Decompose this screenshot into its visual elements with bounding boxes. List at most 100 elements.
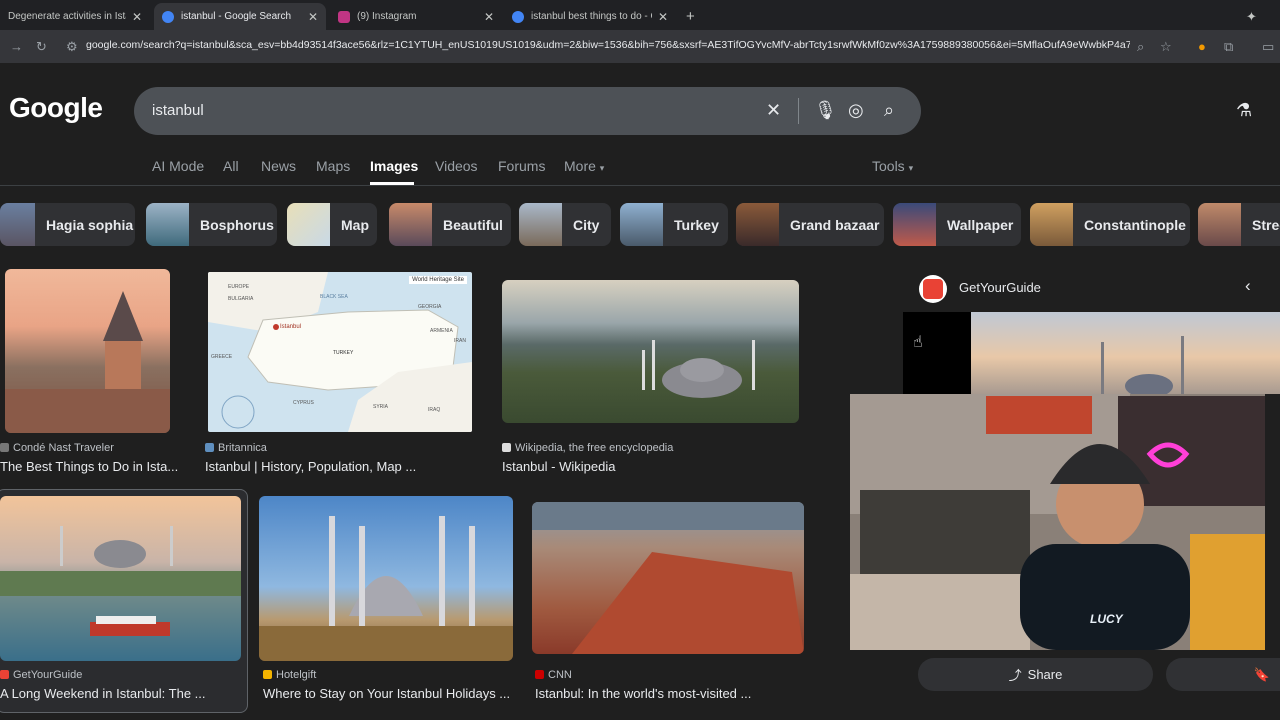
tab-title: istanbul - Google Search — [181, 11, 292, 22]
mosque-aerial-illustration — [642, 340, 755, 398]
result-title[interactable]: Istanbul: In the world's most-visited ..… — [535, 686, 751, 701]
map-label-iraq: IRAQ — [428, 407, 441, 413]
preview-image[interactable] — [971, 312, 1280, 398]
search-icon[interactable]: ⌕ — [884, 100, 894, 121]
lens-icon[interactable]: ◎ — [848, 100, 864, 121]
chevron-left-icon[interactable]: ‹ — [1245, 276, 1251, 296]
browser-tab[interactable]: istanbul best things to do - Goo ✕ — [504, 3, 676, 30]
source-favicon — [535, 670, 544, 679]
result-title[interactable]: A Long Weekend in Istanbul: The ... — [0, 686, 206, 701]
map-label-cyprus: CYPRUS — [293, 400, 314, 406]
tab-videos[interactable]: Videos — [435, 158, 478, 174]
preview-thumbnail-dark[interactable] — [903, 312, 971, 394]
bookmark-star-icon[interactable]: ☆ — [1160, 39, 1172, 55]
close-tab-icon[interactable]: ✕ — [658, 10, 668, 24]
map-label-europe: EUROPE — [228, 284, 250, 290]
chevron-down-icon: ▾ — [599, 163, 605, 173]
search-input[interactable]: istanbul — [152, 102, 204, 119]
preview-source[interactable]: GetYourGuide — [959, 280, 1041, 295]
chip-constantinople[interactable]: Constantinople — [1030, 203, 1190, 246]
close-tab-icon[interactable]: ✕ — [484, 10, 494, 24]
preview-mosque-illustration — [1101, 336, 1184, 398]
webcam-overlay: LUCY — [850, 394, 1265, 650]
forward-icon[interactable]: → — [10, 39, 23, 54]
bazaar-aerial-illustration — [532, 502, 804, 654]
tab-news[interactable]: News — [261, 158, 296, 174]
getyourguide-logo — [919, 275, 947, 303]
result-image-grand-bazaar-aerial[interactable] — [532, 502, 804, 654]
source-favicon — [205, 443, 214, 452]
chip-turkey[interactable]: Turkey — [620, 203, 728, 246]
result-image-blue-mosque-aerial[interactable] — [502, 280, 799, 423]
save-button[interactable]: 🔖 — [1166, 658, 1280, 691]
result-image-turkey-map[interactable]: World Heritage Site Istanbul TURKEY EURO… — [208, 272, 472, 432]
source-name: Condé Nast Traveler — [13, 442, 114, 454]
tab-ai-mode[interactable]: AI Mode — [152, 158, 204, 174]
chip-thumbnail — [0, 203, 35, 246]
tab-maps[interactable]: Maps — [316, 158, 350, 174]
chip-streets[interactable]: Stree — [1198, 203, 1280, 246]
tools-button[interactable]: Tools ▾ — [872, 158, 913, 174]
result-source: GetYourGuide — [0, 669, 82, 681]
chip-wallpaper[interactable]: Wallpaper — [893, 203, 1021, 246]
close-tab-icon[interactable]: ✕ — [132, 10, 142, 24]
galata-tower-illustration — [5, 291, 170, 433]
extension-icon[interactable]: ● — [1198, 39, 1206, 54]
google-logo[interactable]: Google — [9, 92, 103, 124]
source-favicon — [263, 670, 272, 679]
zoom-icon[interactable]: ⌕ — [1137, 39, 1144, 55]
browser-tab[interactable]: (9) Instagram ✕ — [330, 3, 502, 30]
map-label-syria: SYRIA — [373, 404, 389, 410]
chip-bosphorus[interactable]: Bosphorus — [146, 203, 277, 246]
bookmark-icon: 🔖 — [1253, 666, 1270, 682]
tab-more[interactable]: More ▾ — [564, 158, 604, 174]
result-image-istanbul-ferry[interactable] — [0, 496, 241, 661]
source-name: Wikipedia, the free encyclopedia — [515, 442, 674, 454]
chip-grand-bazaar[interactable]: Grand bazaar — [736, 203, 884, 246]
extensions-puzzle-icon[interactable]: ⧉ — [1224, 39, 1233, 55]
tab-forums[interactable]: Forums — [498, 158, 545, 174]
result-image-blue-mosque[interactable] — [259, 496, 513, 661]
chip-thumbnail — [287, 203, 330, 246]
chip-label: Bosphorus — [200, 216, 274, 233]
instagram-icon — [338, 10, 350, 23]
chip-label: Grand bazaar — [790, 216, 880, 233]
share-button[interactable]: ⤴ Share — [918, 658, 1153, 691]
result-image-galata-tower[interactable] — [5, 269, 170, 433]
sparkle-icon[interactable]: ✦ — [1238, 3, 1270, 30]
chip-hagia-sophia[interactable]: Hagia sophia — [0, 203, 135, 246]
result-title[interactable]: Where to Stay on Your Istanbul Holidays … — [263, 686, 510, 701]
chip-beautiful[interactable]: Beautiful — [389, 203, 511, 246]
chip-city[interactable]: City — [519, 203, 611, 246]
new-tab-button[interactable]: + — [678, 3, 702, 30]
map-label-black-sea: BLACK SEA — [320, 294, 348, 300]
chip-thumbnail — [620, 203, 663, 246]
microphone-icon[interactable]: 🎙 — [814, 100, 837, 121]
search-divider — [798, 98, 799, 124]
labs-flask-icon[interactable]: ⚗ — [1236, 100, 1252, 121]
source-name: Britannica — [218, 442, 267, 454]
tab-title: (9) Instagram — [357, 11, 417, 22]
browser-tab[interactable]: Degenerate activities in Istanbul ✕ — [0, 3, 150, 30]
result-title[interactable]: Istanbul - Wikipedia — [502, 459, 615, 474]
site-settings-icon[interactable]: ⚙ — [66, 39, 78, 55]
tab-all[interactable]: All — [223, 158, 239, 174]
chip-label: Turkey — [674, 216, 719, 233]
result-title[interactable]: The Best Things to Do in Ista... — [0, 459, 178, 474]
browser-tab-active[interactable]: istanbul - Google Search ✕ — [154, 3, 326, 30]
chip-label: Wallpaper — [947, 216, 1014, 233]
reload-icon[interactable]: ↻ — [36, 39, 47, 55]
close-tab-icon[interactable]: ✕ — [308, 10, 318, 24]
sidebar-icon[interactable]: ▭ — [1262, 39, 1274, 55]
address-bar[interactable]: google.com/search?q=istanbul&sca_esv=bb4… — [86, 39, 1130, 51]
result-title[interactable]: Istanbul | History, Population, Map ... — [205, 459, 416, 474]
chip-map[interactable]: Map — [287, 203, 377, 246]
map-label-armenia: ARMENIA — [430, 328, 453, 334]
clear-icon[interactable]: ✕ — [766, 100, 781, 121]
chip-label: Map — [341, 216, 369, 233]
shirt-text: LUCY — [1090, 612, 1123, 626]
browser-tab-bar: Degenerate activities in Istanbul ✕ ista… — [0, 0, 1280, 30]
tab-images[interactable]: Images — [370, 158, 418, 174]
result-source: Hotelgift — [263, 669, 316, 681]
search-box[interactable]: istanbul ✕ 🎙 ◎ ⌕ — [134, 87, 921, 135]
